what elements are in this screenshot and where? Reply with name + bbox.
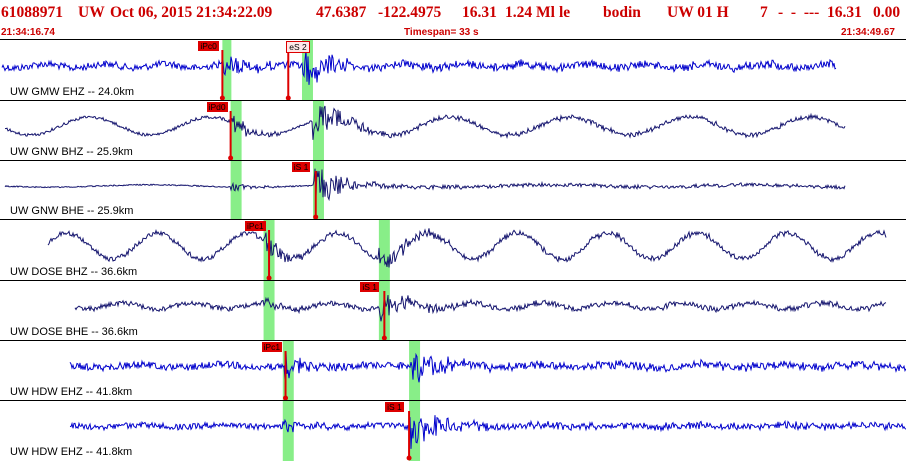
phase-window: [230, 161, 242, 220]
timespan: Timespan= 33 s: [404, 27, 479, 38]
event-rms: 0.00: [873, 4, 901, 21]
waveform-panel[interactable]: iS 1 UW DOSE BHE -- 36.6km: [0, 280, 906, 341]
event-datetime: Oct 06, 2015 21:34:22.09: [110, 4, 273, 21]
phase-window: [378, 220, 390, 281]
waveform-canvas: [69, 341, 906, 401]
waveform-panel[interactable]: iPc1 UW DOSE BHZ -- 36.6km: [0, 219, 906, 281]
waveform-panel[interactable]: iPc1 UW HDW EHZ -- 41.8km: [0, 340, 906, 401]
event-network: UW: [78, 4, 105, 21]
time-range-bar: 21:34:16.74 Timespan= 33 s 21:34:49.67: [0, 26, 906, 39]
event-depth-secondary: 16.31: [827, 4, 862, 21]
pick-label[interactable]: eS 2: [286, 41, 310, 53]
event-source: UW 01 H: [667, 4, 729, 21]
pick-label[interactable]: iPc1: [245, 221, 266, 231]
waveform-panel[interactable]: iS 1 UW GNW BHE -- 25.9km: [0, 160, 906, 220]
seismic-trace: [1, 49, 837, 85]
event-magnitude: 1.24 Ml: [505, 4, 555, 21]
channel-label: UW HDW EHZ -- 41.8km: [10, 446, 133, 458]
phase-window: [230, 101, 242, 161]
seismic-trace: [69, 415, 906, 449]
end-time: 21:34:49.67: [841, 27, 895, 38]
pick-label[interactable]: iPc1: [261, 342, 283, 352]
seismic-trace: [4, 168, 846, 202]
pick-label[interactable]: iPc0: [198, 41, 219, 51]
event-summary-header: 61088971 UW Oct 06, 2015 21:34:22.09 47.…: [0, 0, 906, 26]
waveform-panel[interactable]: iPc0 eS 2 UW GMW EHZ -- 24.0km: [0, 39, 906, 101]
channel-label: UW GNW BHE -- 25.9km: [10, 205, 134, 217]
event-type: le: [559, 4, 571, 21]
phase-window: [409, 341, 421, 401]
event-depth: 16.31: [462, 4, 497, 21]
seismic-trace: [4, 105, 846, 140]
channel-label: UW DOSE BHZ -- 36.6km: [10, 266, 138, 278]
waveform-canvas: [1, 40, 837, 101]
channel-label: UW HDW EHZ -- 41.8km: [10, 386, 133, 398]
waveform-canvas: [69, 401, 906, 461]
event-id: 61088971: [1, 4, 63, 21]
pick-label[interactable]: iPd0: [206, 102, 228, 112]
seismogram-panels: iPc0 eS 2 UW GMW EHZ -- 24.0km iPd0 UW GNW …: [0, 39, 906, 461]
pick-label[interactable]: iS 1: [360, 282, 380, 292]
channel-label: UW DOSE BHE -- 36.6km: [10, 326, 138, 338]
seismic-trace: [69, 350, 906, 383]
phase-window: [263, 281, 275, 341]
pick-label[interactable]: iS 1: [385, 402, 404, 412]
event-author: bodin: [603, 4, 641, 21]
seismic-trace: [74, 294, 887, 322]
channel-label: UW GMW EHZ -- 24.0km: [10, 86, 135, 98]
pick-label[interactable]: iS 1: [291, 162, 311, 172]
waveform-canvas: [4, 101, 846, 161]
event-longitude: -122.4975: [378, 4, 442, 21]
seismic-trace: [47, 228, 887, 268]
waveform-panel[interactable]: iPd0 UW GNW BHZ -- 25.9km: [0, 100, 906, 161]
start-time: 21:34:16.74: [1, 27, 55, 38]
event-latitude: 47.6387: [316, 4, 367, 21]
channel-label: UW GNW BHZ -- 25.9km: [10, 146, 133, 158]
waveform-panel[interactable]: iS 1 UW HDW EHZ -- 41.8km: [0, 400, 906, 461]
event-quality: 7: [760, 4, 768, 21]
waveform-canvas: [4, 161, 846, 220]
event-dashes: - - ---: [778, 4, 820, 21]
